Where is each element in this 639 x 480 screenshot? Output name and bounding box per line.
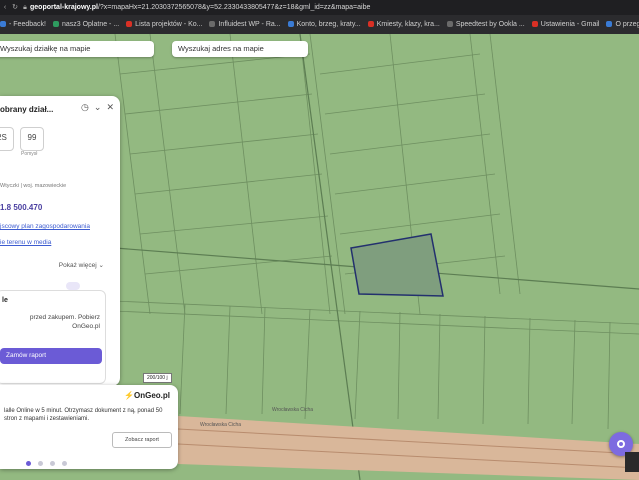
carousel-dot[interactable] xyxy=(50,461,55,466)
show-more-button[interactable]: Pokaż więcej ⌄ xyxy=(59,261,104,269)
carousel-dot[interactable] xyxy=(38,461,43,466)
media-link[interactable]: ie terenu w media xyxy=(0,239,51,246)
tile-button-2[interactable]: 99 xyxy=(20,127,44,151)
report-card-text: przed zakupem. Pobierz OnGeo.pl xyxy=(29,314,100,330)
close-icon[interactable]: ✕ xyxy=(106,102,114,112)
chevron-down-icon[interactable]: ⌄ xyxy=(94,102,102,112)
bookmark-label: - Feedback! xyxy=(9,21,46,28)
report-card: le przed zakupem. Pobierz OnGeo.pl Zamów… xyxy=(0,290,106,384)
bookmark-label: Konto, brzeg, kraty... xyxy=(296,21,361,28)
bookmark-item[interactable]: O przeglaie Google... xyxy=(606,15,639,34)
bookmark-label: Ustawienia - Gmail xyxy=(540,21,600,28)
bookmark-item[interactable]: Konto, brzeg, kraty... xyxy=(287,15,361,34)
carousel-dot[interactable] xyxy=(62,461,67,466)
bookmark-item[interactable]: Influidest WP - Ra... xyxy=(209,15,281,34)
bookmark-label: Lista projektów - Ko... xyxy=(135,21,203,28)
show-more-label: Pokaż więcej xyxy=(58,262,97,269)
bookmark-favicon-icon xyxy=(367,21,374,28)
tile-label: Pomysł xyxy=(21,151,38,157)
ongeo-promo: ⚡OnGeo.pl lalle Online w 5 minut. Otrzym… xyxy=(0,385,178,469)
road-label: Wrocławska Cicha xyxy=(200,422,242,428)
bookmark-favicon-icon xyxy=(531,21,538,28)
search-plot-input[interactable]: Wyszukaj działkę na mapie xyxy=(0,41,154,57)
zoning-plan-link[interactable]: jscowy plan zagospodarowania xyxy=(0,223,90,230)
bookmarks-bar: - Feedback! nasz3 Oplatne - ... Lista proj… xyxy=(0,15,639,34)
bookmark-item[interactable]: Lista projektów - Ko... xyxy=(126,15,202,34)
ongeo-logo: ⚡OnGeo.pl xyxy=(124,391,170,400)
tile-button-1[interactable]: 2S xyxy=(0,127,14,151)
carousel-dots[interactable] xyxy=(26,458,74,468)
bookmark-favicon-icon xyxy=(0,21,6,28)
plot-panel: obrany dział... ◷ ⌄ ✕ 2S 99 Pomysł Wtyczki… xyxy=(0,96,120,386)
url-path: /?x=mapaHx=21.2030372565078&y=52.2330433… xyxy=(97,4,371,11)
reload-icon[interactable]: ↻ xyxy=(10,0,20,15)
bookmark-item[interactable]: Kmiesty, klazy, kra... xyxy=(367,15,440,34)
chevron-down-icon: ⌄ xyxy=(98,262,104,269)
panel-controls: ◷ ⌄ ✕ xyxy=(76,102,114,113)
sidebar-edge xyxy=(625,452,639,472)
bookmark-label: O przeglaie Google... xyxy=(615,21,639,28)
bookmark-favicon-icon xyxy=(52,21,59,28)
url-host: geoportal-krajowy.pl xyxy=(30,4,98,11)
see-report-button[interactable]: Zobacz raport xyxy=(112,432,172,448)
plot-id: 1.8 500.470 xyxy=(0,203,43,212)
bookmark-favicon-icon xyxy=(606,21,613,28)
plot-location: Wtyczki | woj. mazowieckie xyxy=(0,183,67,189)
lock-icon: 🔒︎ xyxy=(23,4,27,11)
history-icon[interactable]: ◷ xyxy=(81,102,89,112)
bookmark-label: nasz3 Oplatne - ... xyxy=(61,21,120,28)
bookmark-label: Speedtest by Ookla ... xyxy=(455,21,525,28)
bookmark-favicon-icon xyxy=(446,21,453,28)
ongeo-mark-icon: ⚡ xyxy=(124,391,134,400)
bookmark-item[interactable]: - Feedback! xyxy=(0,15,46,34)
bookmark-favicon-icon xyxy=(126,21,133,28)
address-bar[interactable]: ‹ ↻ 🔒︎ geoportal-krajowy.pl/?x=mapaHx=21.20… xyxy=(0,0,639,15)
road-label: Wrocławska Cicha xyxy=(272,407,314,413)
bookmark-favicon-icon xyxy=(287,21,294,28)
search-address-input[interactable]: Wyszukaj adres na mapie xyxy=(172,41,308,57)
back-icon[interactable]: ‹ xyxy=(0,0,10,15)
bookmark-item[interactable]: Speedtest by Ookla ... xyxy=(446,15,525,34)
carousel-dot[interactable] xyxy=(26,461,31,466)
order-report-button[interactable]: Zamów raport xyxy=(0,348,102,364)
bookmark-item[interactable]: nasz3 Oplatne - ... xyxy=(52,15,120,34)
browser-chrome: ‹ ↻ 🔒︎ geoportal-krajowy.pl/?x=mapaHx=21.20… xyxy=(0,0,639,34)
bookmark-label: Influidest WP - Ra... xyxy=(218,21,281,28)
bookmark-label: Kmiesty, klazy, kra... xyxy=(376,21,440,28)
map-scale: 200/100 j xyxy=(143,373,172,383)
promo-text: lalle Online w 5 minut. Otrzymasz dokume… xyxy=(4,408,163,422)
badge xyxy=(66,282,80,290)
bookmark-favicon-icon xyxy=(209,21,216,28)
panel-title: obrany dział... xyxy=(0,105,54,114)
bookmark-item[interactable]: Ustawienia - Gmail xyxy=(531,15,600,34)
report-card-heading: le xyxy=(2,297,8,304)
